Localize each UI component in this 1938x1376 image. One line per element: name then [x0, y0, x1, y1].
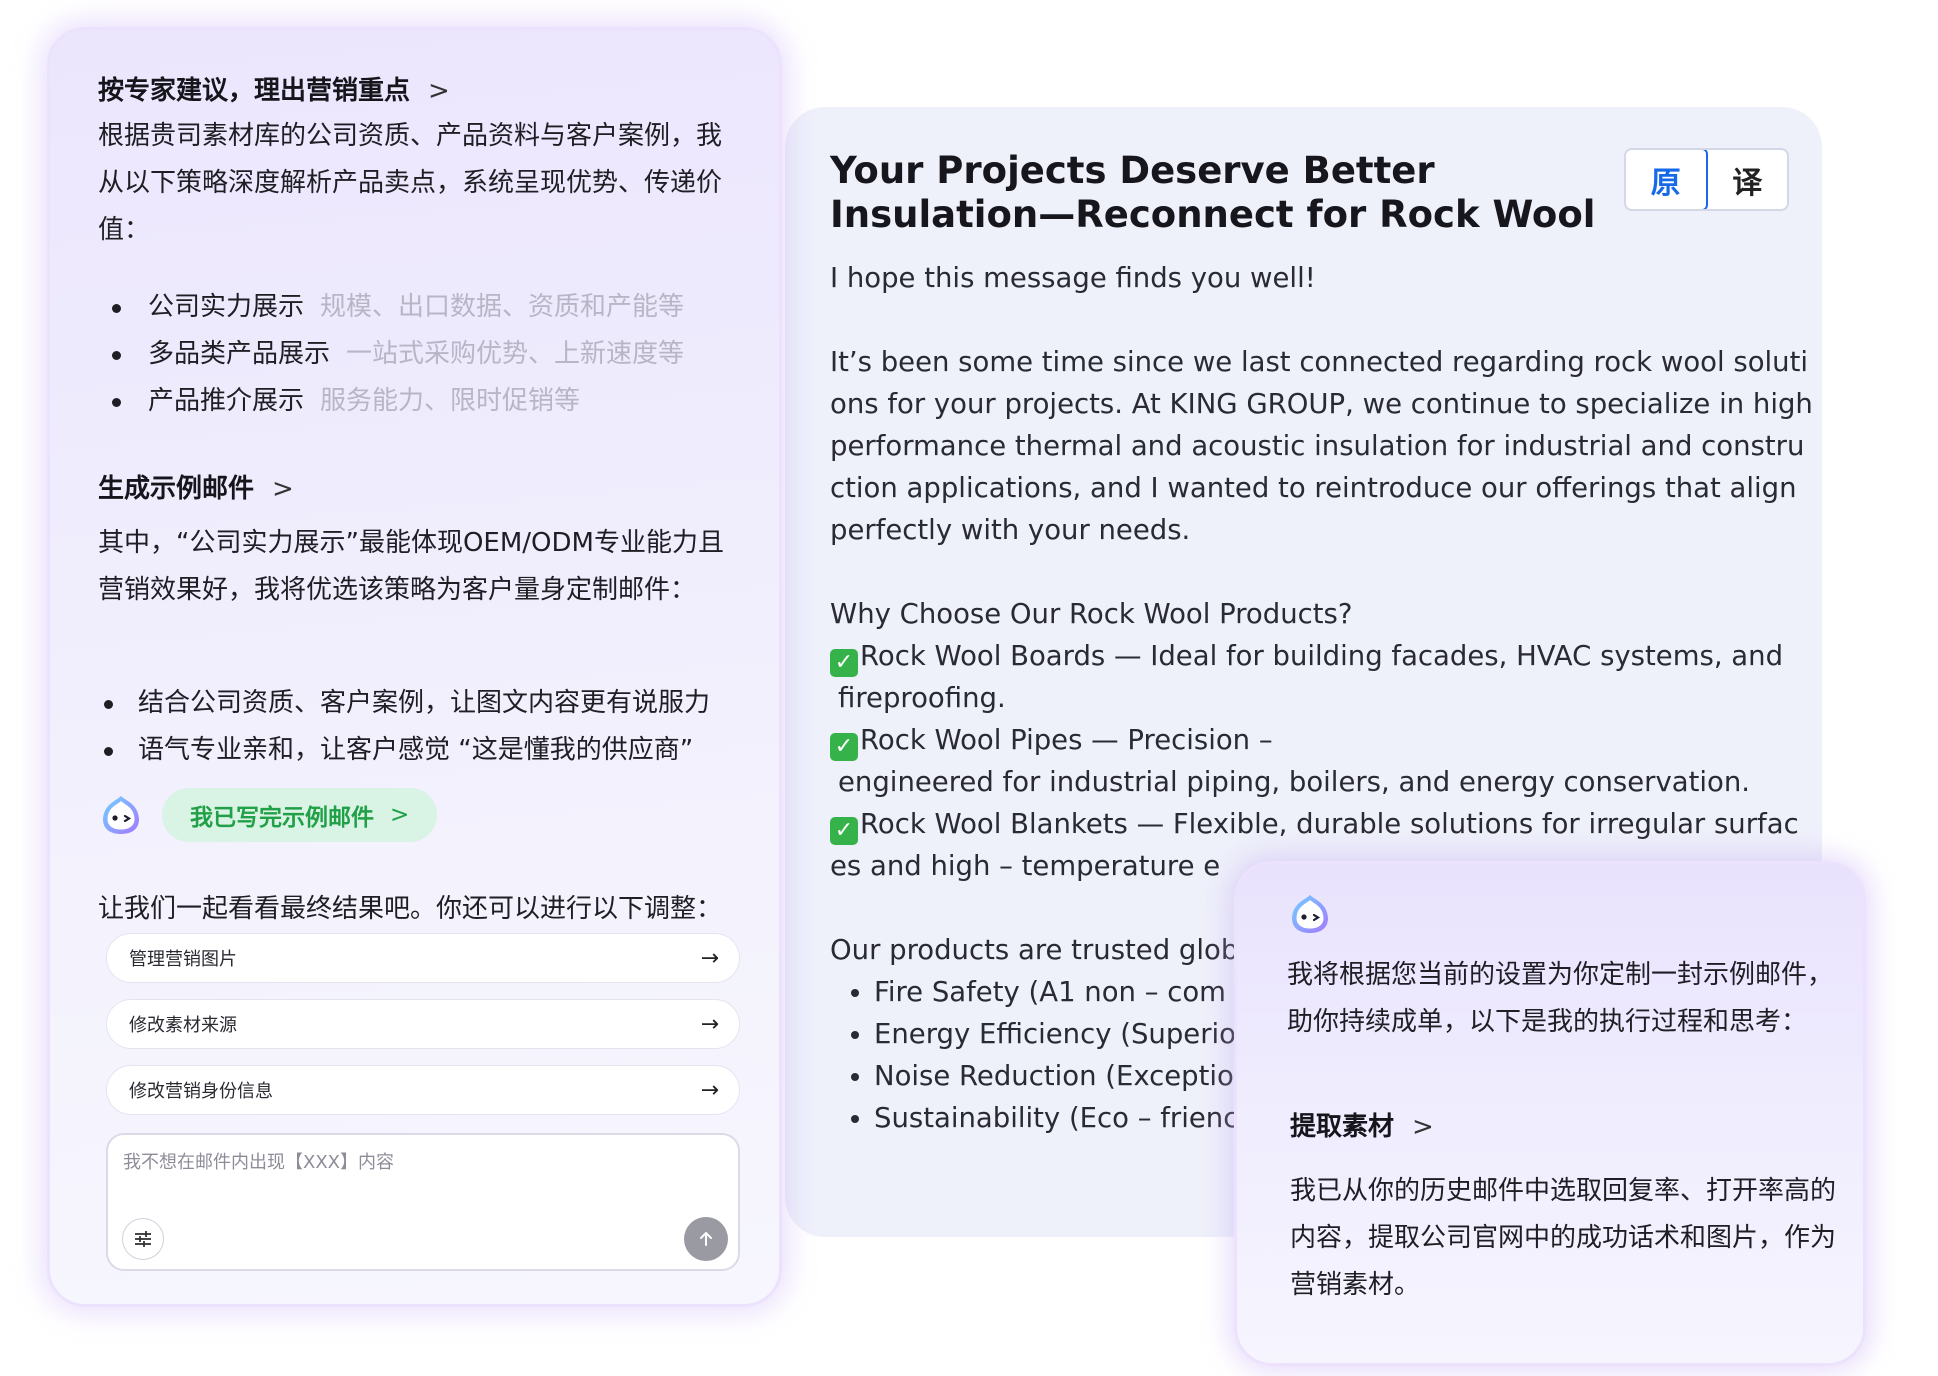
- popup-intro: 我将根据您当前的设置为你定制一封示例邮件，助你持续成单，以下是我的执行过程和思考…: [1287, 960, 1834, 1037]
- strategy-list: 公司实力展示 规模、出口数据、资质和产能等 多品类产品展示 一站式采购优势、上新速度…: [98, 284, 684, 425]
- strategy-description: 根据贵司素材库的公司资质、产品资料与客户案例，我从以下策略深度解析产品卖点，系统…: [98, 121, 723, 245]
- arrow-up-icon: [700, 1232, 712, 1246]
- chevron-right-icon: >: [272, 474, 294, 504]
- email-points-list: 结合公司资质、客户案例，让图文内容更有说服力 语气专业亲和，让客户感觉 “这是懂…: [98, 680, 710, 774]
- product-item-cont: engineered for industrial piping, boiler…: [838, 766, 1750, 798]
- strategy-item: 产品推介展示 服务能力、限时促销等: [98, 378, 684, 425]
- chevron-right-icon: >: [390, 802, 410, 828]
- strategy-item: 多品类产品展示 一站式采购优势、上新速度等: [98, 331, 684, 378]
- assistant-panel: 按专家建议，理出营销重点 > 根据贵司素材库的公司资质、产品资料与客户案例，我从以…: [47, 27, 782, 1307]
- sample-done-button[interactable]: 我已写完示例邮件 >: [162, 788, 438, 842]
- sliders-icon: [135, 1231, 151, 1247]
- strategy-item: 公司实力展示 规模、出口数据、资质和产能等: [98, 284, 684, 331]
- extract-material-title[interactable]: 提取素材 >: [1290, 1106, 1434, 1143]
- sample-description: 其中，“公司实力展示”最能体现OEM/ODM专业能力且营销效果好，我将优选该策略…: [98, 528, 724, 605]
- generate-sample-title[interactable]: 生成示例邮件 >: [98, 468, 294, 505]
- why-heading: Why Choose Our Rock Wool Products?: [830, 598, 1353, 630]
- extract-material-desc: 我已从你的历史邮件中选取回复率、打开率高的内容，提取公司官网中的成功话术和图片，…: [1290, 1176, 1837, 1300]
- chevron-right-icon: >: [1412, 1112, 1434, 1142]
- product-item: ✓ Rock Wool Pipes — Precision –: [830, 719, 1815, 761]
- product-item-cont: fireproofing.: [838, 682, 1006, 714]
- bot-status-row: 我已写完示例邮件 >: [98, 788, 438, 842]
- modify-source-button[interactable]: 修改素材来源 →: [106, 999, 740, 1049]
- settings-sliders-button[interactable]: [122, 1218, 164, 1260]
- send-button[interactable]: [684, 1217, 728, 1261]
- language-toggle: 原 译: [1624, 148, 1789, 211]
- expert-advice-title[interactable]: 按专家建议，理出营销重点 >: [98, 70, 450, 107]
- message-input[interactable]: 我不想在邮件内出现【XXX】内容: [106, 1133, 740, 1271]
- arrow-right-icon: →: [700, 1077, 719, 1103]
- email-greeting: I hope this message finds you well!: [830, 262, 1316, 294]
- arrow-right-icon: →: [700, 1011, 719, 1037]
- email-subject: Your Projects Deserve Better Insulation—…: [830, 149, 1596, 236]
- assistant-popup: 我将根据您当前的设置为你定制一封示例邮件，助你持续成单，以下是我的执行过程和思考…: [1234, 861, 1866, 1366]
- email-point-item: 结合公司资质、客户案例，让图文内容更有说服力: [98, 680, 710, 727]
- checkmark-icon: ✓: [830, 817, 858, 845]
- manage-images-button[interactable]: 管理营销图片 →: [106, 933, 740, 983]
- chevron-right-icon: >: [428, 76, 450, 106]
- bot-avatar-icon: [1292, 895, 1328, 933]
- checkmark-icon: ✓: [830, 733, 858, 761]
- checkmark-icon: ✓: [830, 649, 858, 677]
- arrow-right-icon: →: [700, 945, 719, 971]
- email-point-item: 语气专业亲和，让客户感觉 “这是懂我的供应商”: [98, 727, 710, 774]
- translate-button[interactable]: 译: [1708, 150, 1788, 209]
- bot-avatar-icon: [103, 796, 139, 834]
- followup-text: 让我们一起看看最终结果吧。你还可以进行以下调整：: [98, 894, 723, 924]
- input-placeholder: 我不想在邮件内出现【XXX】内容: [123, 1152, 394, 1173]
- product-item: ✓ Rock Wool Boards — Ideal for building f…: [830, 635, 1815, 677]
- modify-identity-button[interactable]: 修改营销身份信息 →: [106, 1065, 740, 1115]
- email-intro: It’s been some time since we last connec…: [830, 346, 1813, 546]
- original-language-button[interactable]: 原: [1626, 150, 1708, 209]
